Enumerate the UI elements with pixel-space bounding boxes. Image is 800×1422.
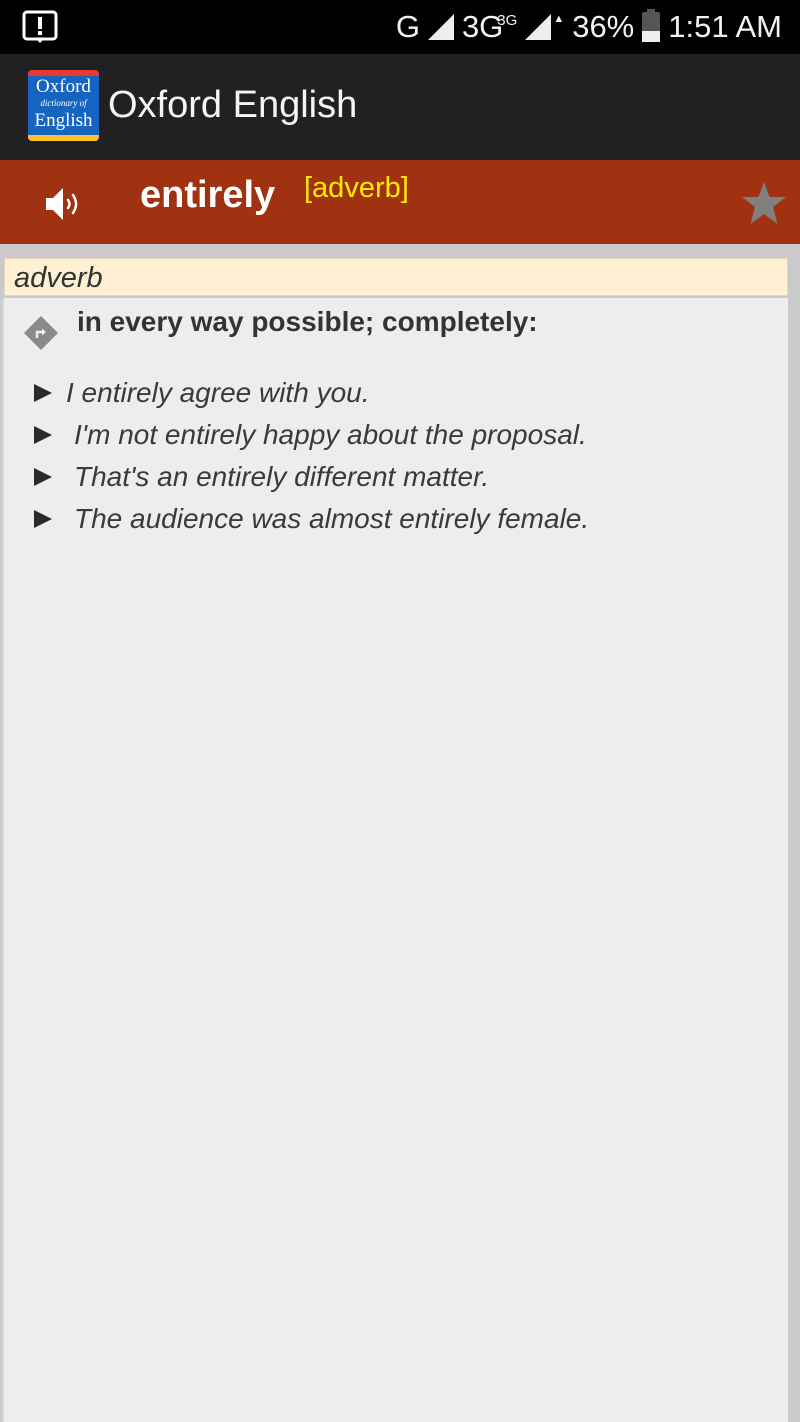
app-logo[interactable]: Oxford dictionary of English bbox=[28, 70, 99, 141]
app-bar: Oxford dictionary of English Oxford Engl… bbox=[0, 54, 800, 160]
part-of-speech-header: adverb bbox=[4, 258, 788, 296]
network-type-2: 3G3G bbox=[462, 9, 517, 45]
status-bar: G 3G3G ▲ 36% 1:51 AM bbox=[0, 0, 800, 54]
part-of-speech-tag: [adverb] bbox=[304, 172, 409, 204]
play-triangle-icon bbox=[34, 510, 52, 528]
example-item: I entirely agree with you. bbox=[34, 372, 589, 414]
turn-right-diamond-icon bbox=[24, 316, 58, 350]
content-area: adverb in every way possible; completely… bbox=[0, 244, 800, 1422]
data-activity-icon: ▲ bbox=[553, 13, 565, 25]
signal-icon bbox=[427, 14, 454, 40]
logo-line-1: Oxford bbox=[36, 76, 91, 97]
example-text: The audience was almost entirely female. bbox=[74, 503, 590, 534]
example-item: That's an entirely different matter. bbox=[34, 456, 589, 498]
speaker-icon[interactable] bbox=[44, 184, 86, 224]
battery-icon bbox=[642, 9, 661, 42]
battery-percent: 36% bbox=[572, 9, 635, 44]
example-item: I'm not entirely happy about the proposa… bbox=[34, 414, 589, 456]
play-triangle-icon bbox=[34, 384, 52, 402]
example-text: That's an entirely different matter. bbox=[74, 461, 490, 492]
network-type-2-sup: 3G bbox=[497, 12, 518, 29]
logo-line-2: dictionary of bbox=[40, 98, 87, 108]
star-icon[interactable] bbox=[740, 180, 788, 226]
logo-line-3: English bbox=[34, 110, 93, 131]
example-text: I'm not entirely happy about the proposa… bbox=[74, 419, 587, 450]
headword: entirely bbox=[140, 174, 276, 216]
alert-notification-icon bbox=[22, 10, 58, 43]
battery-fill bbox=[642, 31, 661, 42]
logo-yellow-stripe bbox=[28, 135, 99, 141]
network-type-1: G bbox=[395, 9, 420, 44]
example-text: I entirely agree with you. bbox=[66, 377, 370, 408]
app-title: Oxford English bbox=[108, 84, 358, 126]
play-triangle-icon bbox=[34, 468, 52, 486]
example-item: The audience was almost entirely female. bbox=[34, 498, 589, 540]
play-triangle-icon bbox=[34, 426, 52, 444]
signal-icon-2 bbox=[525, 14, 552, 40]
definition-text: in every way possible; completely: bbox=[77, 306, 538, 337]
part-of-speech-label: adverb bbox=[14, 262, 103, 294]
clock: 1:51 AM bbox=[668, 9, 782, 44]
examples-list: I entirely agree with you. I'm not entir… bbox=[34, 372, 589, 540]
